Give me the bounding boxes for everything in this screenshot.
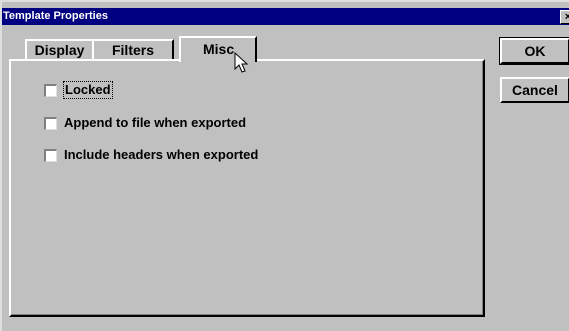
close-button[interactable]: × bbox=[560, 10, 569, 24]
include-headers-checkbox[interactable] bbox=[44, 149, 57, 162]
locked-checkbox[interactable] bbox=[44, 84, 57, 97]
title-bar: Template Properties × bbox=[2, 8, 569, 25]
include-headers-label[interactable]: Include headers when exported bbox=[64, 147, 258, 163]
arrow-cursor-icon bbox=[234, 52, 249, 73]
append-to-file-checkbox[interactable] bbox=[44, 117, 57, 130]
tab-display[interactable]: Display bbox=[25, 39, 94, 61]
tab-filters[interactable]: Filters bbox=[92, 39, 174, 61]
cancel-button[interactable]: Cancel bbox=[500, 77, 569, 103]
template-properties-dialog: Template Properties × Display Filters Mi… bbox=[0, 0, 569, 331]
append-to-file-label[interactable]: Append to file when exported bbox=[64, 115, 246, 131]
ok-button[interactable]: OK bbox=[499, 37, 569, 65]
close-icon: × bbox=[564, 11, 569, 23]
locked-label[interactable]: Locked bbox=[63, 81, 113, 99]
window-title: Template Properties bbox=[3, 10, 108, 22]
